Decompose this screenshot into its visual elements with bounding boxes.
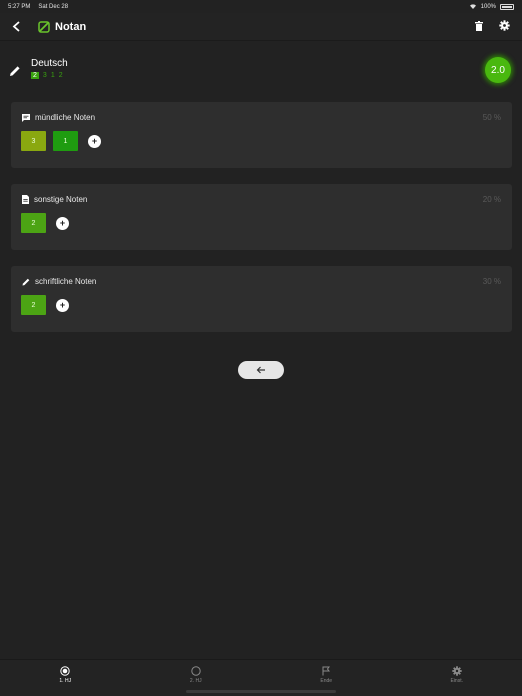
settings-button[interactable] [499,18,510,36]
subject-header: Deutsch 2 3 1 2 [0,48,522,90]
status-date: Sat Dec 28 [38,3,69,10]
radio-checked-icon [60,666,70,676]
tab-1-hj[interactable]: 1. HJ [0,660,131,696]
status-bar: 5:27 PM Sat Dec 28 100% [0,0,522,13]
grade-category-card: sonstige Noten 20 % 2 + [11,184,512,250]
delete-button[interactable] [475,18,483,36]
grade-tile[interactable]: 2 [21,295,46,315]
add-grade-button[interactable]: + [56,216,69,230]
grade-tile[interactable]: 2 [21,213,46,233]
arrow-left-icon [256,366,265,374]
category-weight: 50 % [482,113,501,122]
home-indicator [186,690,336,693]
edit-subject-button[interactable] [9,64,21,82]
pencil-icon [10,66,20,76]
grade-tile[interactable]: 3 [21,131,46,151]
radio-empty-icon [191,666,201,676]
grade-tile[interactable]: 1 [53,131,78,151]
add-grade-button[interactable]: + [88,134,101,148]
average-badge: 2.0 [485,57,511,83]
trash-icon [475,20,483,31]
app-logo-icon [38,20,50,33]
category-weight: 20 % [482,195,501,204]
tab-label: 2. HJ [189,678,202,684]
previous-button[interactable] [238,361,284,379]
category-weight: 30 % [482,277,501,286]
tab-label: Ende [320,678,333,684]
subject-name: Deutsch [31,58,68,69]
document-icon [22,195,29,204]
gear-icon [452,666,462,676]
tab-label: 1. HJ [59,678,72,684]
tab-label: Einst. [450,678,463,684]
flag-icon [322,666,331,676]
wifi-icon [469,3,477,11]
subject-grade-list: 2 3 1 2 [31,72,63,79]
subject-grade: 1 [50,72,55,79]
comment-icon [22,113,30,122]
add-grade-button[interactable]: + [56,298,69,312]
battery-icon [500,3,514,10]
subject-grade: 2 [31,72,39,79]
page-title: Notan [55,20,87,33]
chevron-left-icon [12,21,20,32]
gear-icon [499,19,510,31]
status-time: 5:27 PM [8,3,31,10]
pencil-icon [22,278,30,285]
navigation-bar: Notan [0,13,522,41]
category-title: mündliche Noten [35,113,96,122]
back-button[interactable] [8,19,24,35]
category-title: schriftliche Noten [35,277,97,286]
subject-grade: 3 [42,72,47,79]
category-title: sonstige Noten [34,195,88,204]
subject-grade: 2 [58,72,63,79]
battery-percent: 100% [480,3,496,10]
grade-category-card: schriftliche Noten 30 % 2 + [11,266,512,332]
tab-einstellungen[interactable]: Einst. [392,660,522,696]
grade-category-card: mündliche Noten 50 % 3 1 + [11,102,512,168]
